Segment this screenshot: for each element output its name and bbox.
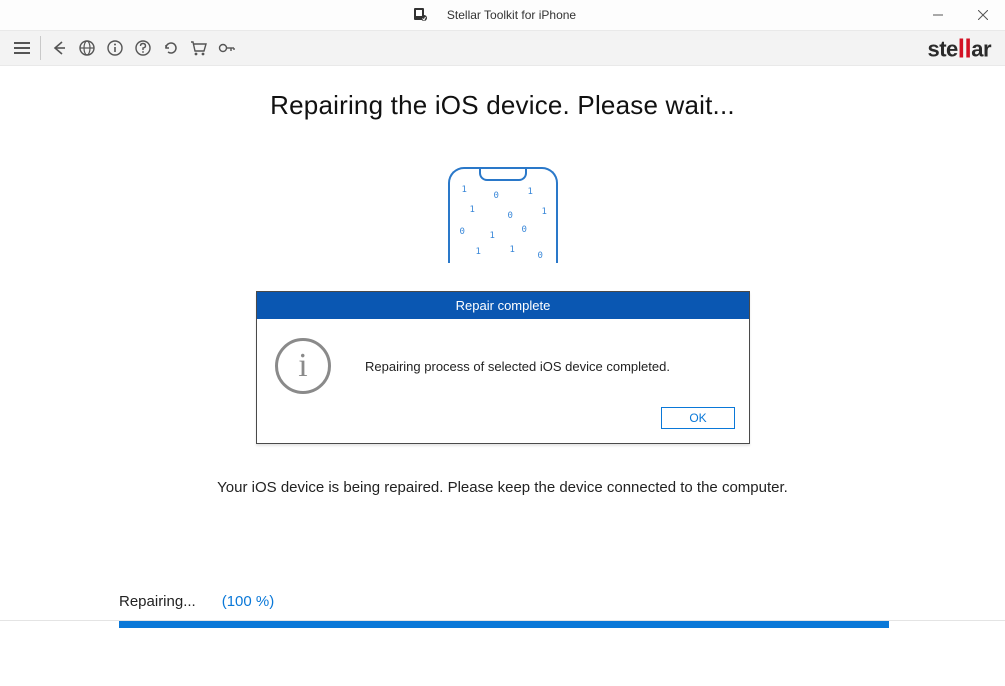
refresh-icon[interactable] <box>157 34 185 62</box>
info-icon[interactable] <box>101 34 129 62</box>
cart-icon[interactable] <box>185 34 213 62</box>
app-icon <box>413 7 427 21</box>
back-icon[interactable] <box>45 34 73 62</box>
window-controls <box>915 0 1005 30</box>
main-content: Repairing the iOS device. Please wait...… <box>0 90 1005 644</box>
globe-icon[interactable] <box>73 34 101 62</box>
brand-logo: stellar <box>927 33 991 64</box>
key-icon[interactable] <box>213 34 241 62</box>
device-illustration: 1 0 1 1 0 1 0 1 0 1 1 0 <box>0 167 1005 263</box>
dialog-message: Repairing process of selected iOS device… <box>365 359 670 374</box>
footer-divider <box>0 620 1005 621</box>
dialog-info-icon: i <box>275 338 331 394</box>
progress-percent: (100 %) <box>222 593 275 610</box>
dialog-title: Repair complete <box>257 292 749 319</box>
toolbar: stellar <box>0 30 1005 66</box>
close-button[interactable] <box>960 0 1005 30</box>
page-heading: Repairing the iOS device. Please wait... <box>0 90 1005 121</box>
toolbar-separator <box>40 36 41 60</box>
progress-label: Repairing... <box>119 593 196 610</box>
repair-complete-dialog: Repair complete i Repairing process of s… <box>256 291 750 444</box>
progress-section: Repairing... (100 %) <box>119 593 889 628</box>
status-hint: Your iOS device is being repaired. Pleas… <box>0 479 1005 496</box>
window-title: Stellar Toolkit for iPhone <box>447 8 576 22</box>
progress-bar <box>119 620 889 628</box>
window-titlebar: Stellar Toolkit for iPhone <box>0 0 1005 30</box>
minimize-button[interactable] <box>915 0 960 30</box>
help-icon[interactable] <box>129 34 157 62</box>
menu-icon[interactable] <box>8 34 36 62</box>
ok-button[interactable]: OK <box>661 407 735 429</box>
